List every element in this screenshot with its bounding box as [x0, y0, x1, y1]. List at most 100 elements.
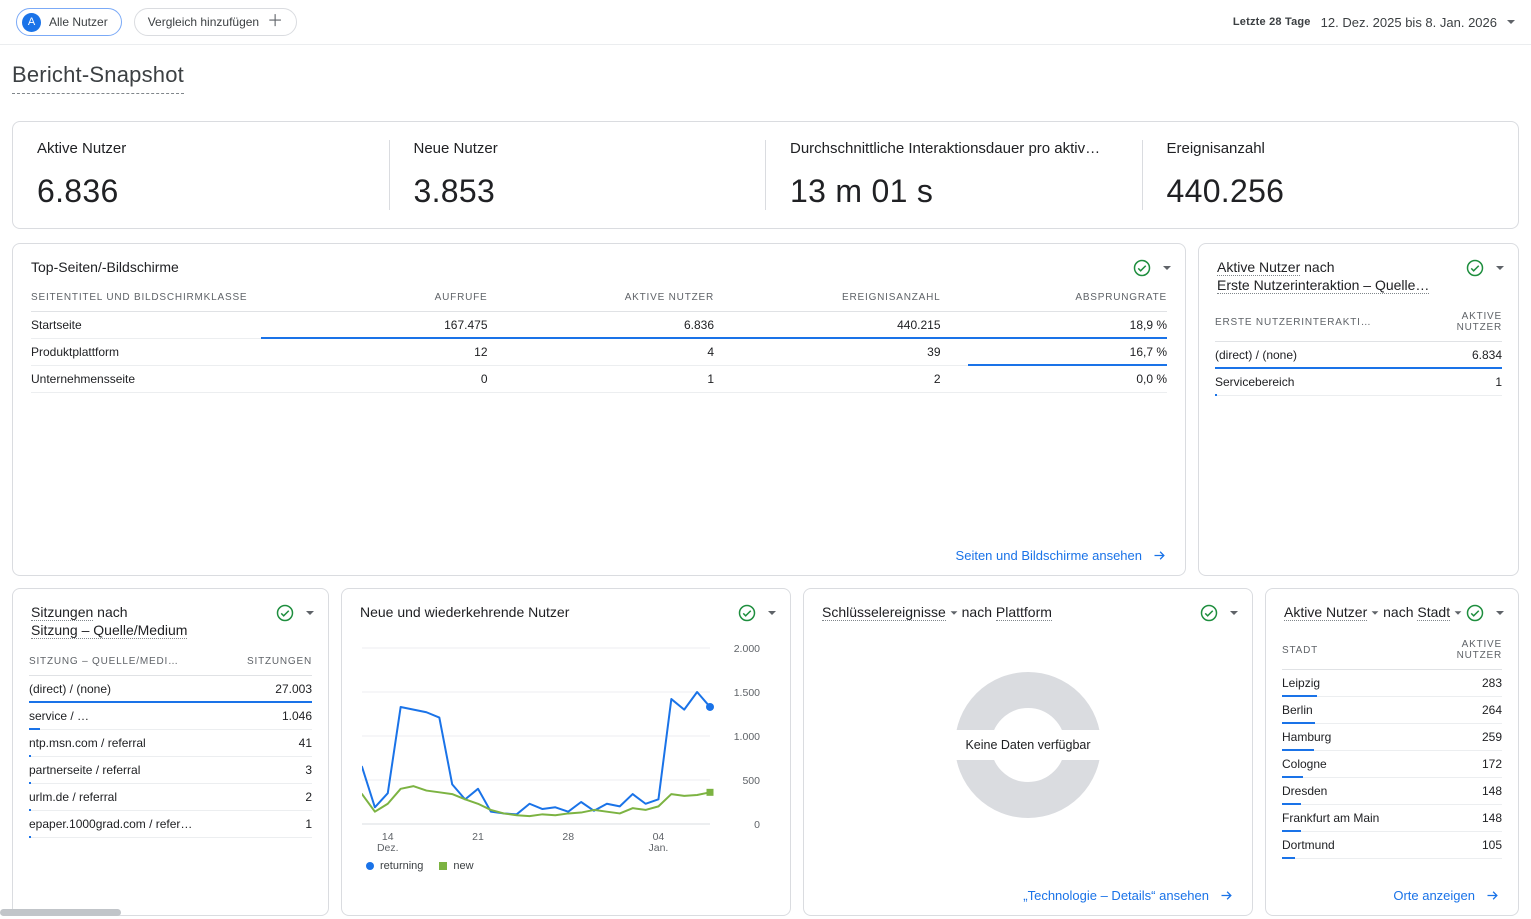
view-locations-link[interactable]: Orte anzeigen	[1393, 888, 1500, 903]
kpi-avg-engagement-time: Durchschnittliche Interaktionsdauer pro …	[765, 140, 1142, 210]
table-row: urlm.de / referral 2	[29, 784, 312, 811]
new-series-icon	[439, 862, 447, 870]
segment-a-icon: A	[22, 13, 41, 32]
dimension-selector[interactable]: Stadt	[1417, 604, 1450, 621]
svg-text:28: 28	[562, 831, 574, 843]
data-bar	[29, 836, 31, 838]
kpi-value: 440.256	[1167, 173, 1495, 210]
card-title: Neue und wiederkehrende Nutzer	[360, 603, 569, 621]
card-options-dropdown-icon[interactable]	[768, 611, 776, 615]
dimension-selector[interactable]: Plattform	[996, 604, 1052, 621]
card-controls	[738, 603, 776, 622]
dimension-selector[interactable]: Erste Nutzerinteraktion – Quelle…	[1217, 277, 1429, 294]
card-options-dropdown-icon[interactable]	[1163, 266, 1171, 270]
top-bar: A Alle Nutzer Vergleich hinzufügen ＋ Let…	[0, 0, 1531, 45]
arrow-right-icon	[1485, 888, 1500, 903]
card-controls	[1466, 258, 1504, 277]
data-quality-check-icon[interactable]	[1466, 604, 1484, 622]
column-header: AKTIVE NUTZER	[488, 292, 715, 303]
view-pages-link[interactable]: Seiten und Bildschirme ansehen	[956, 548, 1167, 563]
page-title[interactable]: Bericht-Snapshot	[12, 62, 184, 94]
table-row: Dresden 148	[1282, 778, 1502, 805]
card-controls	[1466, 603, 1504, 622]
card-options-dropdown-icon[interactable]	[306, 611, 314, 615]
data-quality-check-icon[interactable]	[1200, 604, 1218, 622]
data-quality-check-icon[interactable]	[738, 604, 756, 622]
data-bar	[1282, 857, 1295, 859]
table-header-row: SEITENTITEL UND BILDSCHIRMKLASSE AUFRUFE…	[31, 285, 1167, 312]
returning-series-icon	[366, 862, 374, 870]
table-header-row: SITZUNG – QUELLE/MEDI… SITZUNGEN	[29, 649, 312, 676]
horizontal-scrollbar[interactable]	[0, 909, 121, 916]
chevron-down-icon	[950, 611, 957, 614]
metric-selector[interactable]: Schlüsselereignisse	[822, 604, 946, 621]
kpi-active-users: Aktive Nutzer 6.836	[13, 140, 389, 210]
card-options-dropdown-icon[interactable]	[1496, 266, 1504, 270]
table-row: Berlin 264	[1282, 697, 1502, 724]
kpi-event-count: Ereignisanzahl 440.256	[1142, 140, 1519, 210]
first-user-source-card: Aktive Nutzer nach Erste Nutzerinterakti…	[1198, 243, 1519, 576]
svg-text:Dez.: Dez.	[377, 842, 399, 853]
card-title: Aktive Nutzer nach Stadt	[1284, 603, 1462, 621]
table-row: (direct) / (none) 27.003	[29, 676, 312, 703]
svg-text:2.000: 2.000	[734, 643, 760, 655]
metric-selector[interactable]: Aktive Nutzer	[1217, 259, 1300, 276]
table-row: (direct) / (none) 6.834	[1215, 342, 1502, 369]
kpi-new-users: Neue Nutzer 3.853	[389, 140, 766, 210]
data-bar	[1215, 394, 1217, 396]
kpi-summary-card: Aktive Nutzer 6.836 Neue Nutzer 3.853 Du…	[12, 121, 1519, 229]
all-users-label: Alle Nutzer	[49, 15, 108, 29]
svg-text:21: 21	[472, 831, 484, 843]
first-user-source-table: ERSTE NUTZERINTERAKTI… AKTIVE NUTZER (di…	[1199, 300, 1518, 396]
sessions-table: SITZUNG – QUELLE/MEDI… SITZUNGEN (direct…	[13, 645, 328, 838]
legend-returning[interactable]: returning	[366, 860, 423, 872]
view-tech-details-link[interactable]: „Technologie – Details“ ansehen	[1023, 888, 1234, 903]
card-title: Sitzungen nach Sitzung – Quelle/Medium	[31, 603, 187, 639]
table-row: epaper.1000grad.com / refer… 1	[29, 811, 312, 838]
column-header: AKTIVE NUTZER	[1422, 311, 1502, 333]
data-quality-check-icon[interactable]	[276, 604, 294, 622]
column-header: SITZUNG – QUELLE/MEDI…	[29, 656, 240, 667]
kpi-value: 13 m 01 s	[790, 173, 1118, 210]
date-range-selector[interactable]: Letzte 28 Tage 12. Dez. 2025 bis 8. Jan.…	[1233, 15, 1515, 30]
card-options-dropdown-icon[interactable]	[1496, 611, 1504, 615]
dimension-cell: Unternehmensseite	[31, 372, 261, 386]
new-returning-line-chart: 2.0001.5001.000500014Dez.212804Jan.	[362, 638, 762, 853]
card-controls	[1133, 258, 1171, 277]
chevron-down-icon	[1372, 611, 1379, 614]
add-comparison-chip[interactable]: Vergleich hinzufügen ＋	[134, 8, 297, 36]
kpi-value: 6.836	[37, 173, 365, 210]
svg-text:1.000: 1.000	[734, 731, 760, 743]
card-controls	[1200, 603, 1238, 622]
table-row: Produktplattform 12 4 39 16,7 %	[31, 339, 1167, 366]
table-header-row: STADT AKTIVE NUTZER	[1282, 632, 1502, 670]
plus-icon: ＋	[267, 14, 283, 30]
table-row: service / … 1.046	[29, 703, 312, 730]
column-header: SITZUNGEN	[240, 656, 312, 667]
kpi-label: Durchschnittliche Interaktionsdauer pro …	[790, 140, 1118, 157]
card-options-dropdown-icon[interactable]	[1230, 611, 1238, 615]
table-row: partnerseite / referral 3	[29, 757, 312, 784]
svg-text:0: 0	[754, 819, 760, 831]
card-title: Schlüsselereignisse nach Plattform	[822, 603, 1052, 621]
table-row: Hamburg 259	[1282, 724, 1502, 751]
column-header: ABSPRUNGRATE	[941, 292, 1168, 303]
column-header: STADT	[1282, 645, 1418, 656]
card-title: Aktive Nutzer nach Erste Nutzerinterakti…	[1217, 258, 1429, 294]
metric-selector[interactable]: Aktive Nutzer	[1284, 604, 1367, 621]
date-range-preset-label: Letzte 28 Tage	[1233, 16, 1311, 28]
dimension-cell: Startseite	[31, 318, 261, 332]
metric-selector[interactable]: Sitzungen	[31, 604, 93, 621]
line-chart: 2.0001.5001.000500014Dez.212804Jan. retu…	[342, 628, 790, 872]
arrow-right-icon	[1152, 548, 1167, 563]
dimension-selector[interactable]: Sitzung – Quelle/Medium	[31, 622, 187, 639]
table-row: Dortmund 105	[1282, 832, 1502, 859]
platform-donut-chart: Keine Daten verfügbar	[804, 640, 1252, 850]
all-users-segment-chip[interactable]: A Alle Nutzer	[16, 8, 122, 36]
top-pages-card: Top-Seiten/-Bildschirme SEITENTITEL UND …	[12, 243, 1186, 576]
column-header: ERSTE NUTZERINTERAKTI…	[1215, 317, 1422, 328]
key-events-card: Schlüsselereignisse nach Plattform Keine…	[803, 588, 1253, 916]
legend-new[interactable]: new	[439, 860, 473, 872]
data-quality-check-icon[interactable]	[1133, 259, 1151, 277]
data-quality-check-icon[interactable]	[1466, 259, 1484, 277]
